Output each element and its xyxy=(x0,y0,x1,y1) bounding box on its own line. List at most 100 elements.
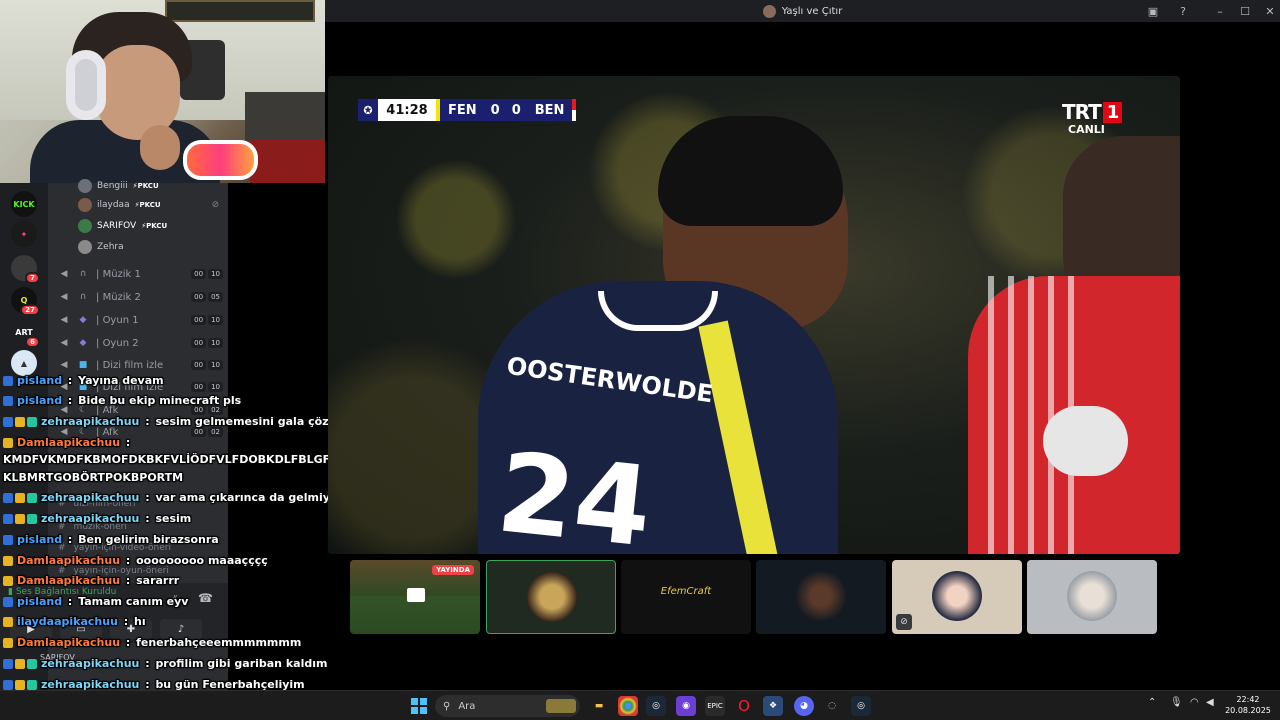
server-icon-art[interactable]: ART 6 xyxy=(11,319,40,348)
notification-badge: 7 xyxy=(25,272,40,284)
wifi-icon[interactable]: ◠ xyxy=(1190,697,1199,708)
chat-message: zehraapikachuu : profilim gibi gariban k… xyxy=(3,657,327,671)
server-icon-3[interactable]: 7 xyxy=(11,255,40,284)
voice-channel[interactable]: ◀ ∩ | Müzik 1 00 10 xyxy=(58,264,223,284)
call-avatar xyxy=(762,4,776,18)
participant-tile-stream[interactable]: YAYINDA xyxy=(350,560,480,634)
app-icon[interactable]: ◉ xyxy=(676,696,696,716)
discord-icon[interactable]: ◕ xyxy=(794,696,814,716)
chat-message: zehraapikachuu : sesim gelmemesini gala … xyxy=(3,415,377,429)
gamepad-icon: ◆ xyxy=(79,315,87,325)
clock-date: 20.08.2025 xyxy=(1225,706,1271,715)
scoreboard: ✪ 41:28 FEN 0 0 BEN xyxy=(358,99,577,121)
close-icon[interactable]: ✕ xyxy=(1262,3,1278,19)
tv-icon: ■ xyxy=(78,360,88,370)
voice-member[interactable]: ilaydaa ⚡PKCU ⊘ xyxy=(78,196,219,214)
channel-logo: TRT 1 CANLI xyxy=(1062,100,1123,136)
voice-channel[interactable]: ◀ ◆ | Oyun 1 00 10 xyxy=(58,310,223,330)
away-team: BEN xyxy=(526,99,573,121)
speaker-icon: ◀ xyxy=(60,360,68,370)
call-title: Yaşlı ve Çıtır xyxy=(762,4,842,18)
windows-start-icon[interactable] xyxy=(411,698,427,714)
participant-tile[interactable] xyxy=(756,560,886,634)
notification-badge: 6 xyxy=(25,336,40,348)
epic-games-icon[interactable]: EPIC xyxy=(705,696,725,716)
home-team: FEN xyxy=(440,99,485,121)
avatar xyxy=(527,572,577,622)
participant-tile[interactable] xyxy=(486,560,616,634)
voice-member[interactable]: SARIFOV ⚡PKCU xyxy=(78,217,167,235)
chat-message: Damlaapikachuu : fenerbahçeeemmmmmmm xyxy=(3,636,301,650)
speaker-icon: ◀ xyxy=(60,269,68,279)
opera-icon[interactable]: O xyxy=(734,696,754,716)
deafened-icon: ⊘ xyxy=(211,200,220,210)
live-label: CANLI xyxy=(1068,123,1105,136)
minimize-icon[interactable]: – xyxy=(1212,3,1228,19)
app-icon[interactable]: ◌ xyxy=(822,696,842,716)
chat-message: pisland : Bide bu ekip minecraft pls xyxy=(3,394,241,408)
chat-message: pisland : Tamam canım eyv xyxy=(3,595,188,609)
microphone-icon[interactable]: 🎙 xyxy=(1170,697,1183,708)
app-icon[interactable]: ❖ xyxy=(763,696,783,716)
headphones-icon: ∩ xyxy=(79,292,87,302)
chevron-up-icon[interactable]: ⌃ xyxy=(1148,697,1156,708)
screen-share-icon xyxy=(407,588,425,602)
tile-logo-text: EfemCraft xyxy=(660,586,712,597)
help-icon[interactable]: ? xyxy=(1175,3,1191,19)
microphone-icon xyxy=(183,140,258,180)
server-icon-4[interactable]: Q 27 xyxy=(11,287,40,316)
participant-tile[interactable]: ⊘ xyxy=(892,560,1022,634)
steam-icon[interactable]: ◎ xyxy=(851,696,871,716)
member-tag: ⚡PKCU xyxy=(132,182,159,190)
member-tag: ⚡PKCU xyxy=(141,222,168,230)
headphones-icon: ∩ xyxy=(79,269,87,279)
speaker-icon: ◀ xyxy=(60,338,68,348)
clock[interactable]: 22:42 20.08.2025 xyxy=(1222,694,1274,716)
chat-message: zehraapikachuu : var ama çıkarınca da ge… xyxy=(3,491,337,505)
chat-message: Damlaapikachuu : sararrr xyxy=(3,574,179,588)
avatar xyxy=(1067,571,1117,621)
server-icon-pink[interactable]: ✦ xyxy=(11,221,37,247)
headphones-icon xyxy=(66,50,106,120)
champions-league-icon: ✪ xyxy=(358,99,378,121)
server-icon-kick[interactable]: KICK xyxy=(11,191,37,217)
monitor-icon[interactable]: ▣ xyxy=(1145,3,1161,19)
participant-tile[interactable] xyxy=(1027,560,1157,634)
avatar xyxy=(932,571,982,621)
clock-time: 22:42 xyxy=(1236,695,1260,704)
taskbar: ⚲ Ara ▬ ◎ ◉ EPIC O ❖ ◕ ◌ ◎ ⌃ 🎙 ◠ ◀ 22:42 … xyxy=(0,690,1280,720)
voice-member[interactable]: Zehra xyxy=(78,238,124,256)
voice-channel[interactable]: ◀ ∩ | Müzik 2 00 05 xyxy=(58,287,223,307)
jersey-number: 24 xyxy=(491,428,658,554)
home-score: 0 xyxy=(484,99,506,121)
chat-message: pisland : Yayına devam xyxy=(3,374,164,388)
match-time: 41:28 xyxy=(378,99,436,121)
away-score: 0 xyxy=(505,99,527,121)
webcam-feed xyxy=(0,0,325,183)
search-box[interactable]: ⚲ Ara xyxy=(435,695,580,717)
gamepad-icon: ◆ xyxy=(79,338,87,348)
volume-icon[interactable]: ◀ xyxy=(1206,697,1214,708)
chat-message: Damlaapikachuu : xyxy=(3,436,130,450)
chrome-icon[interactable] xyxy=(618,696,638,716)
chat-message: ilaydaapikachuu : hı xyxy=(3,615,146,629)
file-explorer-icon[interactable]: ▬ xyxy=(589,696,609,716)
stream-video[interactable]: OOSTERWOLDE 24 xyxy=(328,76,1180,554)
screen: KICK ✦ 7 Q 27 ART 6 ▲ Bengiii ⚡PKCU ilaydaa… xyxy=(0,0,1280,720)
maximize-icon[interactable]: ☐ xyxy=(1237,3,1253,19)
avatar xyxy=(796,571,846,621)
participant-tile[interactable]: EfemCraft xyxy=(621,560,751,634)
muted-icon: ⊘ xyxy=(896,614,912,630)
search-icon: ⚲ xyxy=(443,700,451,712)
sleeve-patch xyxy=(1043,406,1128,476)
live-badge: YAYINDA xyxy=(432,565,474,575)
chat-message: Damlaapikachuu : ooooooooo maaaçççç xyxy=(3,554,268,568)
steam-icon[interactable]: ◎ xyxy=(646,696,666,716)
title-bar: Yaşlı ve Çıtır ▣ ? – ☐ ✕ xyxy=(325,0,1280,22)
speaker-icon: ◀ xyxy=(60,315,68,325)
chat-message-continuation: KLBMRTGOBÖRTPOKBPORTM xyxy=(3,471,184,484)
notification-badge: 27 xyxy=(20,304,40,316)
voice-member[interactable]: Bengiii ⚡PKCU xyxy=(78,177,159,195)
voice-channel[interactable]: ◀ ◆ | Oyun 2 00 10 xyxy=(58,333,223,353)
chat-message: zehraapikachuu : sesim xyxy=(3,512,191,526)
